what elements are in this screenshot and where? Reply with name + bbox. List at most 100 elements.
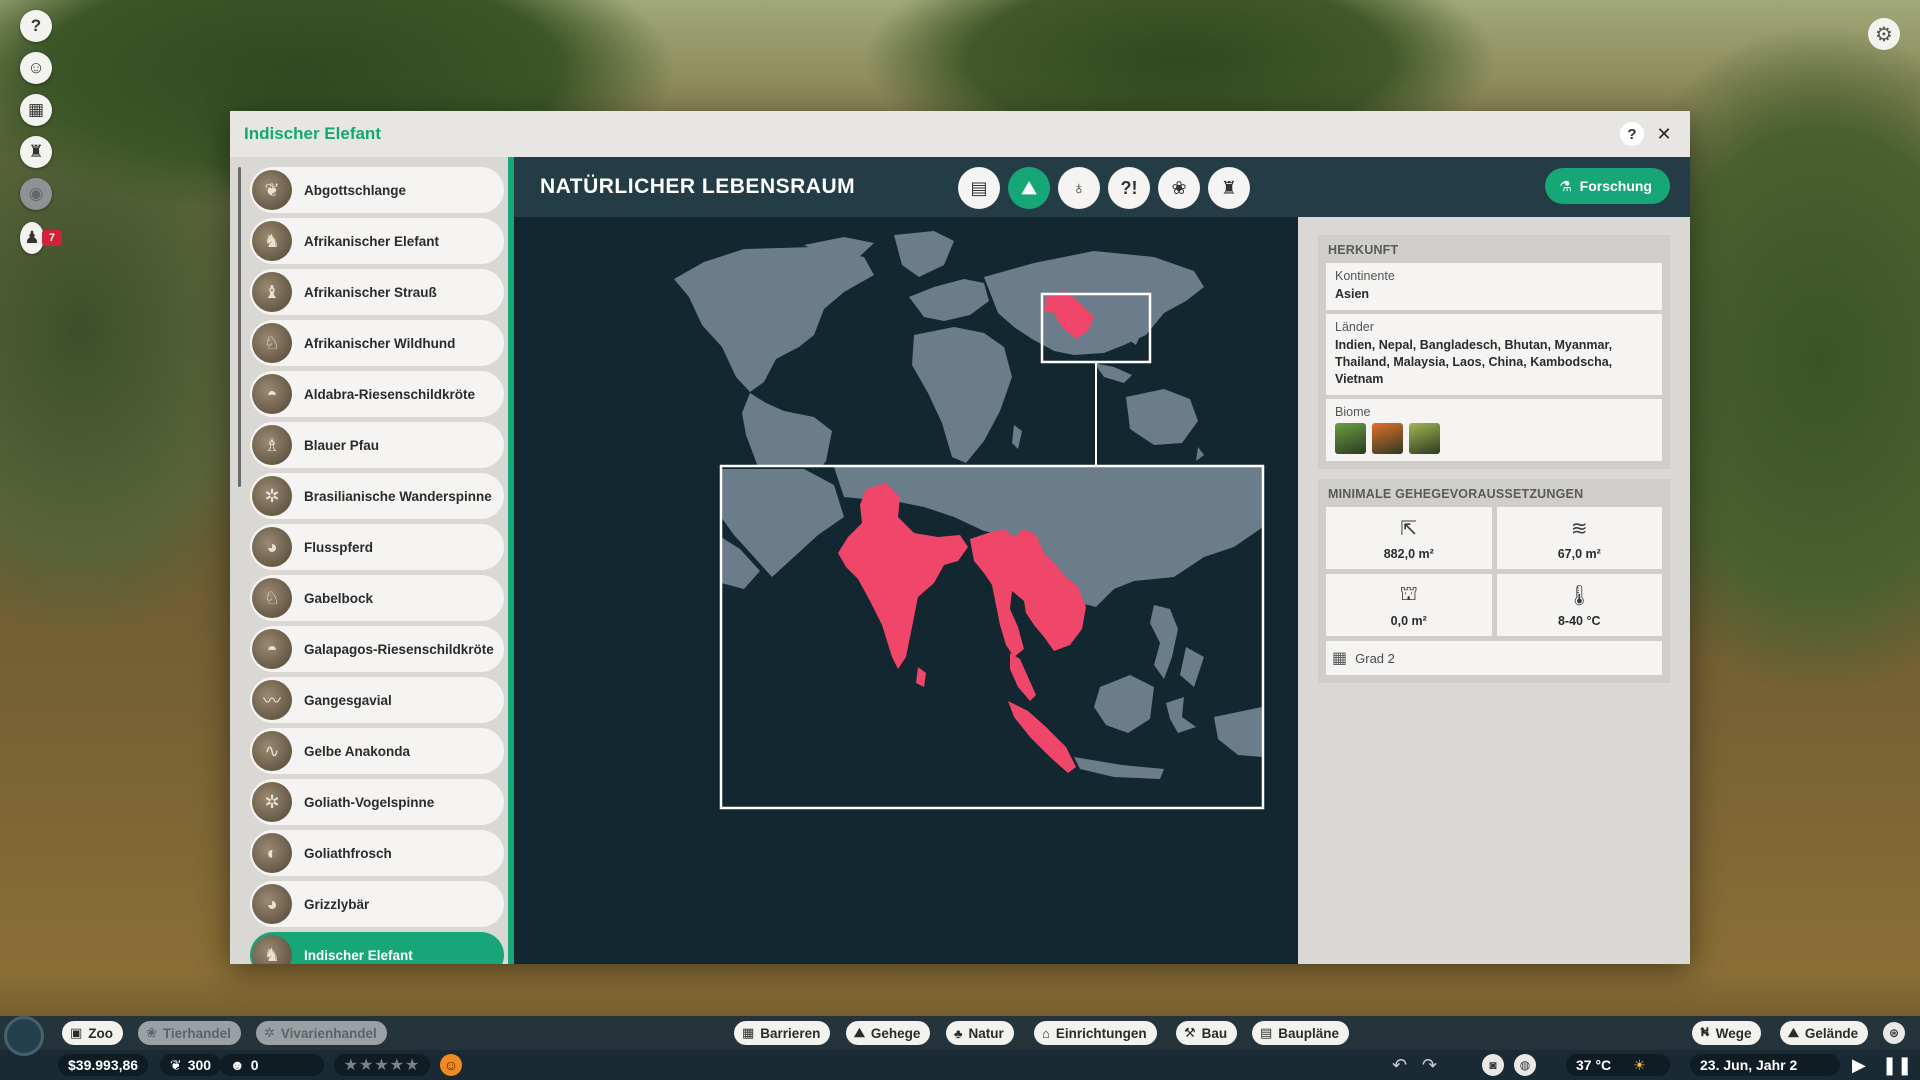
animal-list-item[interactable]: ◕ Flusspferd [250,524,504,570]
animal-portrait: ✲ [252,782,292,822]
calendar-icon[interactable]: ▦ [20,94,52,126]
pause-icon[interactable]: ❚❚ [1882,1055,1912,1076]
animal-list-panel: ❦ Abgottschlange ♞ Afrikanischer Elefant ♝ Af… [230,157,512,964]
redo-icon[interactable]: ↷ [1422,1055,1437,1076]
animal-list-item[interactable]: ◓ Galapagos-Riesenschildkröte [250,626,504,672]
tab-animal-trading[interactable]: ❀ Tierhandel [138,1021,241,1045]
info-panel: HERKUNFT Kontinente Asien Länder Indien,… [1298,217,1690,964]
zoo-rating-stars: ★★★★★ [334,1054,430,1076]
animal-list-item[interactable]: ♞ Afrikanischer Elefant [250,218,504,264]
tab-barriers-label: Barrieren [760,1025,821,1041]
animal-portrait: ♞ [252,221,292,261]
habitat-icon: ⛰ [854,1025,865,1040]
tab-construction[interactable]: ⚒ Bau [1176,1021,1238,1045]
paw-icon[interactable]: ❀ [1158,167,1200,209]
animal-portrait: ♞ [252,935,292,964]
world-map-svg [674,231,1265,810]
trophy-icon[interactable]: ♜ [20,136,52,168]
leaf-icon: ❦ [170,1056,182,1073]
globe-icon[interactable]: ⊛ [1883,1022,1905,1044]
help-button[interactable]: ? [1620,122,1644,146]
animal-list-item[interactable]: ∿ Gelbe Anakonda [250,728,504,774]
barrier-grade: ▦ Grad 2 [1326,641,1662,675]
bug-icon: ✲ [264,1025,275,1040]
countries-label: Länder [1335,320,1374,334]
tab-facilities-label: Einrichtungen [1055,1025,1147,1041]
left-hud: ? ☺ ▦ ♜ ◉ ♟ 7 [10,10,62,254]
water-icon[interactable]: ♁ [1058,167,1100,209]
animal-list-item[interactable]: ◓ Aldabra-Riesenschildkröte [250,371,504,417]
animal-list-item[interactable]: ♗ Blauer Pfau [250,422,504,468]
guest-happiness-icon: ☺ [440,1054,462,1076]
animal-list-item[interactable]: ♞ Indischer Elefant [250,932,504,964]
money-display: $39.993,86 [58,1054,149,1076]
biomes-field: Biome [1326,399,1662,461]
guests-icon: ☻ [230,1057,245,1073]
animal-portrait: ∿ [252,731,292,771]
camera-icon[interactable]: ◙ [1482,1054,1504,1076]
animal-status-icon[interactable]: ☺ [20,52,52,84]
scrollbar[interactable] [238,167,241,487]
sun-icon: ☀ [1633,1056,1646,1073]
status-row: $39.993,86 ❦ 300 ☻ 0 ★★★★★ ☺ ↶ ↷ ◙ ◍ 37 … [0,1050,1920,1080]
toolbar-tabs-row: ▣ Zoo ❀ Tierhandel ✲ Vivarienhandel ▦ Ba… [0,1020,1920,1046]
tab-paths-label: Wege [1715,1025,1752,1041]
biome-icon [1335,423,1366,454]
tab-facilities[interactable]: ⌂ Einrichtungen [1034,1021,1157,1045]
animal-portrait: ◐ [252,833,292,873]
animal-portrait: 〰 [252,680,292,720]
behaviour-icon[interactable]: ?! [1108,167,1150,209]
animal-portrait: ♘ [252,323,292,363]
staff-notification[interactable]: ♟ 7 [20,222,62,254]
water-area-value: 67,0 m² [1557,546,1601,561]
heatmap-icon[interactable]: ◍ [1514,1054,1536,1076]
animal-list-item[interactable]: ♝ Afrikanischer Strauß [250,269,504,315]
tab-construction-label: Bau [1201,1025,1228,1041]
animal-portrait: ❦ [252,170,292,210]
animal-list-item[interactable]: ✲ Brasilianische Wanderspinne [250,473,504,519]
tab-habitats[interactable]: ⛰ Gehege [846,1021,931,1045]
animal-name: Gabelbock [304,590,374,606]
research-button[interactable]: ⚗ Forschung [1545,168,1670,204]
animal-list-item[interactable]: ♘ Gabelbock [250,575,504,621]
animal-list-item[interactable]: ♘ Afrikanischer Wildhund [250,320,504,366]
tab-barriers[interactable]: ▦ Barrieren [734,1021,831,1045]
habitat-map [514,217,1298,964]
tab-nature-label: Natur [968,1025,1004,1041]
animal-list-item[interactable]: ◐ Goliathfrosch [250,830,504,876]
play-speed-icon[interactable]: ▶ [1852,1055,1866,1076]
origin-title: HERKUNFT [1328,243,1399,257]
summary-icon[interactable]: ▤ [958,167,1000,209]
animal-list-item[interactable]: 〰 Gangesgavial [250,677,504,723]
habitat-icon[interactable]: ⛰ [1008,167,1050,209]
trophy-icon[interactable]: ♜ [1208,167,1250,209]
continents-label: Kontinente [1335,269,1395,283]
animal-name: Goliath-Vogelspinne [304,794,435,810]
tab-exhibit-trading[interactable]: ✲ Vivarienhandel [256,1021,387,1045]
biome-icons [1335,423,1653,454]
animal-name: Abgottschlange [304,182,407,198]
close-button[interactable]: ✕ [1652,122,1676,146]
barrier-icon: ▦ [1332,650,1348,667]
animal-name: Afrikanischer Wildhund [304,335,456,351]
climbing-area-requirement: ⛫ 0,0 m² [1326,574,1492,636]
info-overlay-button[interactable] [4,1016,44,1056]
tab-terrain[interactable]: ⛰ Gelände [1780,1021,1869,1045]
animal-list-item[interactable]: ◕ Grizzlybär [250,881,504,927]
tab-blueprints[interactable]: ▤ Baupläne [1252,1021,1350,1045]
animal-portrait: ◕ [252,527,292,567]
animal-list-item[interactable]: ❦ Abgottschlange [250,167,504,213]
help-icon[interactable]: ? [20,10,52,42]
animal-list-item[interactable]: ✲ Goliath-Vogelspinne [250,779,504,825]
tab-nature[interactable]: ♣ Natur [946,1021,1014,1045]
gear-icon[interactable]: ⚙ [1868,18,1900,50]
staff-icon[interactable]: ♟ [20,222,44,254]
requirements-title: MINIMALE GEHEGEVORAUSSETZUNGEN [1328,487,1584,501]
animal-portrait: ♘ [252,578,292,618]
tab-paths[interactable]: ⛕ Wege [1692,1021,1762,1045]
flask-icon: ⚗ [1559,177,1572,194]
undo-icon[interactable]: ↶ [1392,1055,1407,1076]
animal-name: Blauer Pfau [304,437,380,453]
eye-icon[interactable]: ◉ [20,178,52,210]
tab-zoo[interactable]: ▣ Zoo [62,1021,124,1045]
